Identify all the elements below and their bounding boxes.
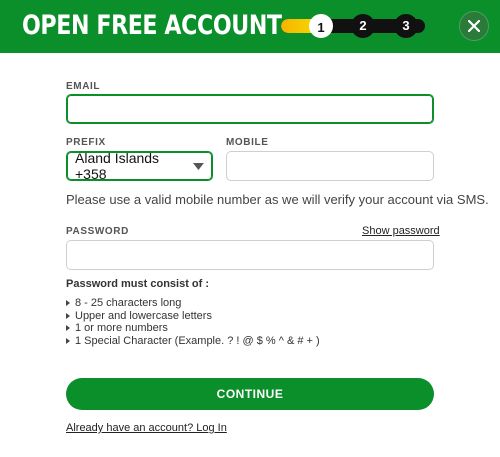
mobile-label: MOBILE [226,137,269,148]
step-3-indicator: 3 [394,14,418,38]
mobile-input[interactable] [226,151,434,181]
email-input[interactable] [66,94,434,124]
password-rules-list: 8 - 25 characters long Upper and lowerca… [66,297,320,347]
rule-text: 8 - 25 characters long [75,297,182,309]
chevron-down-icon [193,162,204,170]
list-item: Upper and lowercase letters [66,310,320,323]
prefix-selected-value: Aland Islands +358 [75,150,160,182]
triangle-right-icon [66,325,70,332]
login-link[interactable]: Already have an account? Log In [66,422,227,434]
email-label: EMAIL [66,81,101,92]
password-rules-title: Password must consist of : [66,278,210,290]
continue-button[interactable]: CONTINUE [66,378,434,410]
list-item: 1 or more numbers [66,322,320,335]
mobile-hint: Please use a valid mobile number as we w… [66,192,489,207]
list-item: 8 - 25 characters long [66,297,320,310]
close-button[interactable] [459,11,489,41]
step-2-indicator: 2 [351,14,375,38]
step-1-indicator: 1 [309,14,333,38]
triangle-right-icon [66,312,70,319]
triangle-right-icon [66,337,70,344]
triangle-right-icon [66,300,70,307]
rule-text: 1 Special Character (Example. ? ! @ $ % … [75,334,320,347]
prefix-label: PREFIX [66,137,106,148]
header-bar: OPEN FREE ACCOUNT 1 2 3 [0,0,500,53]
close-icon [468,20,480,32]
page-title: OPEN FREE ACCOUNT [22,10,282,41]
rule-text: Upper and lowercase letters [75,309,212,322]
list-item: 1 Special Character (Example. ? ! @ $ % … [66,335,320,348]
password-label: PASSWORD [66,226,129,237]
password-input[interactable] [66,240,434,270]
rule-text: 1 or more numbers [75,322,168,334]
prefix-select[interactable]: Aland Islands +358 [66,150,213,182]
show-password-link[interactable]: Show password [362,225,440,237]
